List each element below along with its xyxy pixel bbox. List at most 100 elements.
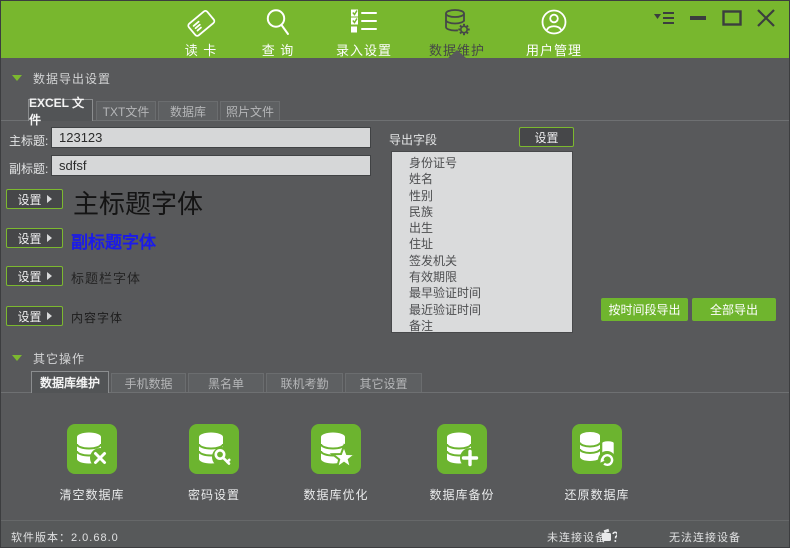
subtitle-font-settings-button[interactable]: 设置	[6, 228, 63, 248]
toolbar-label: 读 卡	[185, 40, 218, 59]
list-item[interactable]: 备注	[409, 318, 572, 333]
database-optimize-icon	[311, 424, 361, 474]
restore-database-icon	[572, 424, 622, 474]
password-settings-icon	[189, 424, 239, 474]
export-section-header[interactable]: 数据导出设置	[1, 70, 301, 86]
database-optimize-action[interactable]: 数据库优化	[291, 424, 381, 503]
export-by-time-button[interactable]: 按时间段导出	[601, 298, 688, 321]
section-title: 数据导出设置	[33, 70, 111, 87]
db-action-label: 清空数据库	[59, 486, 124, 503]
clear-database-icon	[67, 424, 117, 474]
arrow-right-icon	[47, 312, 52, 320]
db-action-label: 密码设置	[188, 486, 240, 503]
content-font-settings-button[interactable]: 设置	[6, 306, 63, 326]
tab-baseline	[1, 392, 790, 393]
section-title: 其它操作	[33, 350, 85, 367]
app-window: 读 卡 查 询	[0, 0, 790, 548]
export-fields-settings-button[interactable]: 设置	[519, 127, 574, 147]
tab-label: 手机数据	[124, 375, 172, 392]
other-section-header[interactable]: 其它操作	[1, 350, 301, 366]
clear-database-action[interactable]: 清空数据库	[47, 424, 137, 503]
connection-status-text: 无法连接设备	[669, 529, 741, 545]
maximize-icon[interactable]	[721, 9, 743, 27]
list-item[interactable]: 姓名	[409, 171, 572, 187]
list-item[interactable]: 性别	[409, 188, 572, 204]
active-toolbar-indicator	[448, 50, 466, 58]
tab-label: 数据库维护	[40, 374, 100, 391]
subtitle-font-sample: 副标题字体	[71, 228, 156, 253]
content-font-sample: 内容字体	[71, 309, 123, 326]
toolbar-label: 录入设置	[336, 40, 392, 59]
list-item[interactable]: 身份证号	[409, 155, 572, 171]
arrow-right-icon	[47, 272, 52, 280]
window-controls	[653, 9, 777, 27]
toolbar-item-query[interactable]: 查 询	[238, 7, 318, 57]
button-label: 设置	[17, 268, 41, 285]
main-title-font-settings-button[interactable]: 设置	[6, 189, 63, 209]
tab-excel-file[interactable]: EXCEL 文件	[28, 99, 93, 121]
tab-db-maintenance[interactable]: 数据库维护	[31, 371, 109, 393]
tab-online-attendance[interactable]: 联机考勤	[266, 373, 343, 392]
database-backup-action[interactable]: 数据库备份	[417, 424, 507, 503]
tab-database[interactable]: 数据库	[158, 101, 218, 120]
button-label: 设置	[17, 230, 41, 247]
subtitle-input[interactable]	[51, 155, 371, 176]
tab-label: 黑名单	[208, 375, 244, 392]
close-icon[interactable]	[755, 9, 777, 27]
tab-label: EXCEL 文件	[29, 94, 92, 128]
export-all-button[interactable]: 全部导出	[692, 298, 776, 321]
window-menu-icon[interactable]	[653, 9, 675, 27]
tab-label: 其它设置	[359, 375, 407, 392]
toolbar-item-user-management[interactable]: 用户管理	[514, 7, 594, 57]
device-status-icon	[601, 528, 617, 548]
arrow-right-icon	[47, 234, 52, 242]
version-value: 2.0.68.0	[71, 532, 119, 544]
toolbar-item-entry-settings[interactable]: 录入设置	[324, 7, 404, 57]
status-bar: 软件版本：2.0.68.0 未连接设备 无法连接设备	[1, 520, 790, 548]
minimize-icon[interactable]	[687, 9, 709, 27]
list-item[interactable]: 民族	[409, 204, 572, 220]
list-item[interactable]: 最早验证时间	[409, 285, 572, 301]
restore-database-action[interactable]: 还原数据库	[552, 424, 642, 503]
database-gear-icon	[441, 7, 473, 39]
list-item[interactable]: 有效期限	[409, 269, 572, 285]
header-toolbar: 读 卡 查 询	[1, 1, 790, 58]
list-item[interactable]: 最近验证时间	[409, 302, 572, 318]
tab-txt-file[interactable]: TXT文件	[96, 101, 156, 120]
user-icon	[538, 7, 570, 39]
button-label: 按时间段导出	[608, 301, 680, 318]
tab-label: TXT文件	[103, 103, 150, 120]
list-item[interactable]: 住址	[409, 236, 572, 252]
read-card-icon	[185, 7, 217, 39]
subtitle-label: 副标题:	[9, 160, 48, 177]
db-action-label: 数据库备份	[429, 486, 494, 503]
collapse-triangle-icon	[12, 355, 22, 361]
button-label: 设置	[17, 308, 41, 325]
tab-label: 联机考勤	[280, 375, 328, 392]
main-title-font-sample: 主标题字体	[73, 184, 203, 221]
tab-label: 照片文件	[226, 103, 274, 120]
tab-label: 数据库	[170, 103, 206, 120]
tab-phone-data[interactable]: 手机数据	[111, 373, 186, 392]
toolbar-label: 用户管理	[526, 40, 582, 59]
version-label: 软件版本：	[11, 532, 71, 544]
list-item[interactable]: 出生	[409, 220, 572, 236]
search-icon	[262, 7, 294, 39]
main-title-label: 主标题:	[9, 132, 48, 149]
list-item[interactable]: 签发机关	[409, 253, 572, 269]
tab-blacklist[interactable]: 黑名单	[188, 373, 264, 392]
password-settings-action[interactable]: 密码设置	[169, 424, 259, 503]
toolbar-item-read-card[interactable]: 读 卡	[161, 7, 241, 57]
titlebar-font-sample: 标题栏字体	[71, 268, 141, 287]
titlebar-font-settings-button[interactable]: 设置	[6, 266, 63, 286]
export-fields-listbox[interactable]: 身份证号 姓名 性别 民族 出生 住址 签发机关 有效期限 最早验证时间 最近验…	[391, 151, 573, 333]
export-fields-label: 导出字段	[389, 131, 437, 148]
software-version: 软件版本：2.0.68.0	[11, 529, 119, 545]
main-title-input[interactable]	[51, 127, 371, 148]
device-status-text: 未连接设备	[547, 529, 607, 545]
collapse-triangle-icon	[12, 75, 22, 81]
tab-photo-file[interactable]: 照片文件	[220, 101, 280, 120]
button-label: 设置	[534, 129, 558, 146]
tab-other-settings[interactable]: 其它设置	[345, 373, 422, 392]
toolbar-label: 查 询	[262, 40, 295, 59]
